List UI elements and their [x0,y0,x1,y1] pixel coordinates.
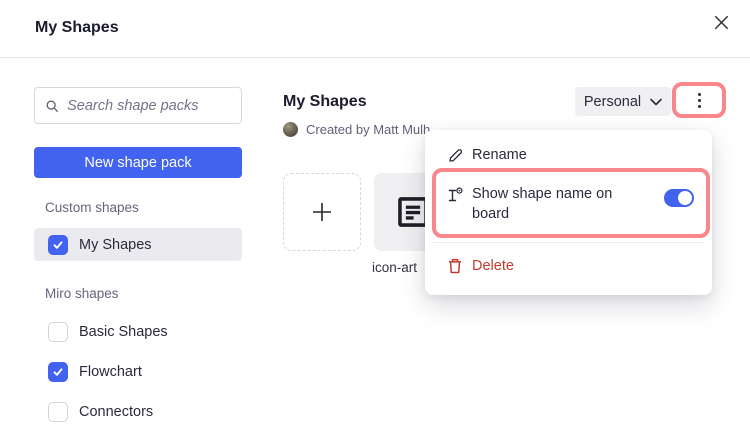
shape-name-visibility-icon [446,186,464,204]
shape-tile-label: icon-art [372,260,417,275]
shape-pack-label: Basic Shapes [79,324,168,340]
shape-pack-label: Flowchart [79,364,142,380]
shape-pack-item-flowchart[interactable]: Flowchart [34,361,242,382]
shape-pack-label: My Shapes [79,237,152,253]
show-shape-name-toggle[interactable] [664,189,694,207]
search-box[interactable] [34,87,242,124]
menu-item-label: Show shape name on board [472,184,634,224]
section-label-miro-shapes: Miro shapes [45,286,119,301]
my-shapes-checkbox[interactable] [48,235,68,255]
menu-separator [433,242,704,243]
menu-item-label: Delete [472,258,514,274]
search-icon [45,98,59,114]
connectors-checkbox[interactable] [48,402,68,422]
kebab-annotation-highlight [672,82,726,118]
close-icon [711,12,732,33]
new-shape-pack-button[interactable]: New shape pack [34,147,242,178]
menu-item-label: Rename [472,147,527,163]
checkmark-icon [52,239,64,251]
created-by-text: Created by Matt Mulh [306,122,430,137]
close-button[interactable] [704,5,738,39]
menu-item-rename[interactable]: Rename [425,141,712,169]
pack-options-kebab-button[interactable] [688,89,711,112]
menu-item-delete[interactable]: Delete [425,252,712,280]
trash-icon [447,257,463,275]
shape-pack-label: Connectors [79,404,153,420]
chevron-down-icon [650,98,662,106]
personal-dropdown[interactable]: Personal [575,87,671,116]
section-label-custom-shapes: Custom shapes [45,200,139,215]
basic-shapes-checkbox[interactable] [48,322,68,342]
shape-pack-item-my-shapes[interactable]: My Shapes [34,228,242,261]
created-by-row: Created by Matt Mulh [283,122,430,137]
shape-pack-item-basic-shapes[interactable]: Basic Shapes [34,321,242,342]
checkmark-icon [52,366,64,378]
add-shape-button[interactable] [283,173,361,251]
pack-title: My Shapes [283,93,367,111]
pack-options-menu: Rename Show shape name on board Delete [425,130,712,295]
kebab-vertical-dots-icon [698,93,701,96]
search-input[interactable] [67,98,231,114]
my-shapes-dialog: My Shapes New shape pack Custom shapes M… [0,0,750,426]
plus-icon [309,199,335,225]
avatar [283,122,298,137]
dialog-header: My Shapes [0,0,750,58]
shape-pack-item-connectors[interactable]: Connectors [34,401,242,422]
personal-dropdown-value: Personal [584,94,641,110]
flowchart-checkbox[interactable] [48,362,68,382]
pencil-icon [447,147,464,164]
dialog-title: My Shapes [35,19,119,37]
